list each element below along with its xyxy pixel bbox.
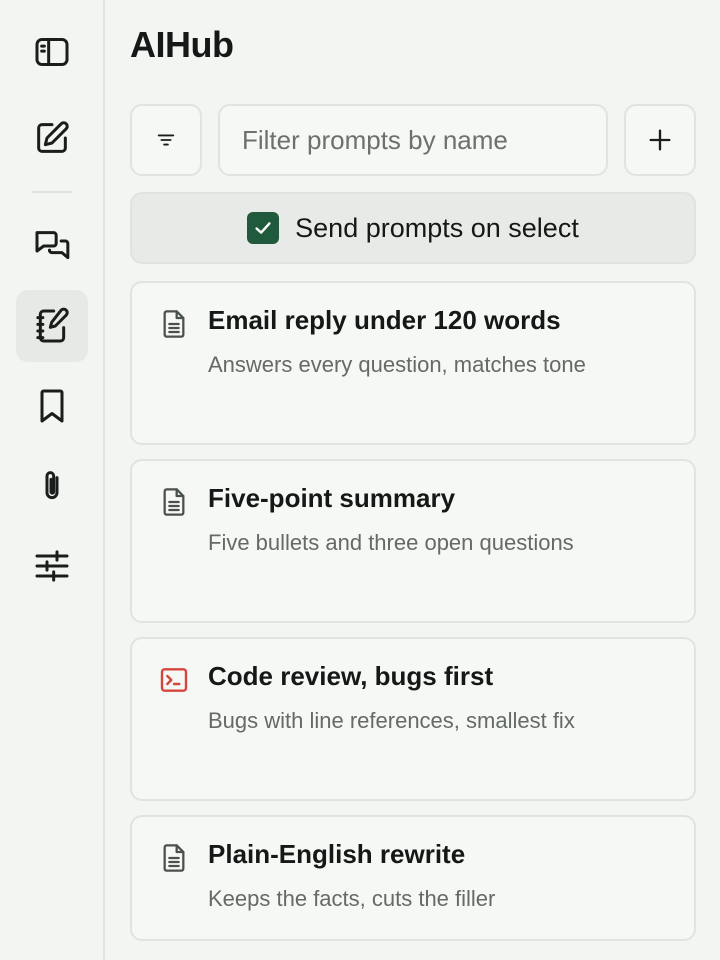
prompt-description: Keeps the facts, cuts the filler [208,886,496,911]
filter-prompts-input[interactable] [218,104,608,176]
send-on-select-toggle[interactable]: Send prompts on select [130,192,696,264]
sidebar-rail [0,0,105,960]
document-icon [163,310,185,338]
plus-icon [649,129,671,151]
sidebar-panel-icon [35,38,69,66]
prompt-title: Email reply under 120 words [208,305,561,335]
document-icon [163,844,185,872]
prompt-card[interactable]: Email reply under 120 words Answers ever… [130,281,696,445]
conversations-icon [35,231,70,260]
prompt-card[interactable]: Code review, bugs first Bugs with line r… [130,637,696,801]
add-prompt-button[interactable] [624,104,696,176]
document-icon [163,488,185,516]
toggle-sidebar-button[interactable] [16,16,88,88]
prompts-button[interactable] [16,290,88,362]
rail-divider [32,191,72,193]
terminal-icon [160,668,188,692]
prompt-description: Answers every question, matches tone [208,352,586,377]
prompt-title: Plain-English rewrite [208,839,466,869]
app-title: AIHub [130,24,234,65]
prompt-notebook-icon [36,307,69,343]
send-on-select-checkbox[interactable] [247,212,280,244]
prompt-card[interactable]: Plain-English rewrite Keeps the facts, c… [130,815,696,941]
checkmark-icon [255,222,271,234]
prompt-title: Code review, bugs first [208,661,494,691]
prompt-title: Five-point summary [208,483,456,513]
bookmark-icon [40,389,64,423]
prompt-description: Bugs with line references, smallest fix [208,708,575,733]
bookmarks-button[interactable] [16,370,88,442]
send-on-select-label: Send prompts on select [295,212,579,243]
new-chat-icon [37,121,69,153]
attachments-button[interactable] [16,450,88,522]
app-window: AIHub Send prompts on select [0,0,720,960]
conversations-button[interactable] [16,210,88,282]
paperclip-icon [45,471,59,500]
prompt-card[interactable]: Five-point summary Five bullets and thre… [130,459,696,623]
settings-button[interactable] [16,530,88,602]
sliders-icon [35,550,69,582]
prompt-description: Five bullets and three open questions [208,530,574,555]
filter-button[interactable] [130,104,202,176]
new-chat-button[interactable] [16,102,88,174]
filter-icon [157,134,175,146]
